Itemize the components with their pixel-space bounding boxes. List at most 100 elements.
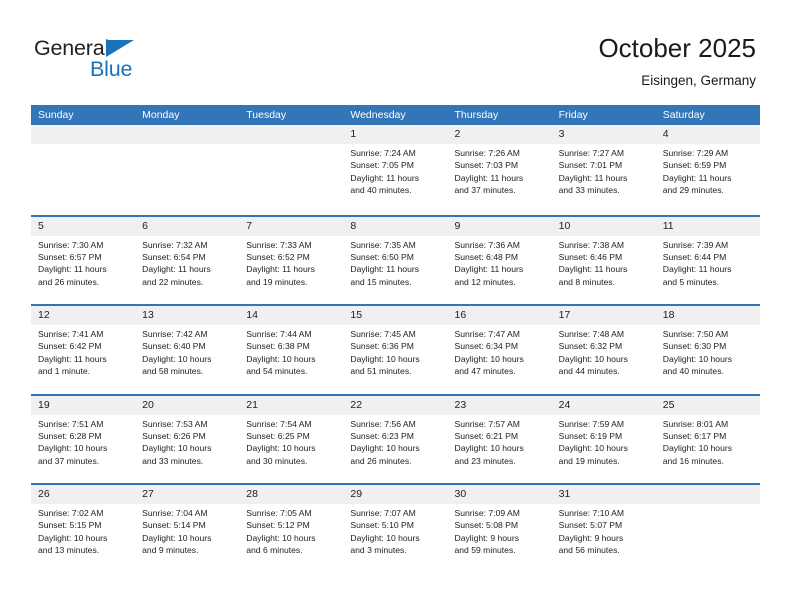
calendar-day-cell[interactable]: 22 Sunrise: 7:56 AM Sunset: 6:23 PM Dayligh… [343,395,448,483]
daylight-duration-line1: Daylight: 11 hours [142,264,211,275]
calendar-day-cell[interactable]: 6 Sunrise: 7:32 AM Sunset: 6:54 PM Daylight… [135,216,240,304]
daylight-duration-line2: and 19 minutes. [246,276,308,287]
daylight-duration-line1: Daylight: 10 hours [246,443,316,454]
location-subtitle: Eisingen, Germany [641,73,756,88]
calendar-day-cell[interactable]: 16 Sunrise: 7:47 AM Sunset: 6:34 PM Dayligh… [447,306,552,394]
daylight-duration-line2: and 12 minutes. [454,276,516,287]
sunrise-time: Sunrise: 7:32 AM [142,239,208,250]
sunset-time: Sunset: 6:54 PM [142,251,206,262]
calendar-day-cell[interactable]: 19 Sunrise: 7:51 AM Sunset: 6:28 PM Dayligh… [31,395,136,483]
daylight-duration-line2: and 51 minutes. [350,366,412,377]
calendar-day-cell[interactable]: 18 Sunrise: 7:50 AM Sunset: 6:30 PM Dayligh… [655,306,760,394]
day-sun-info: Sunrise: 7:57 AM Sunset: 6:21 PM Daylight:… [448,415,552,468]
day-sun-info: Sunrise: 7:56 AM Sunset: 6:23 PM Daylight:… [343,415,447,468]
daylight-duration-line1: Daylight: 10 hours [350,353,420,364]
sunrise-time: Sunrise: 7:07 AM [350,508,416,518]
day-sun-info: Sunrise: 7:53 AM Sunset: 6:26 PM Daylight:… [135,415,239,468]
daylight-duration-line2: and 37 minutes. [38,455,100,466]
day-number [239,125,344,144]
sunrise-time: Sunrise: 7:47 AM [454,329,520,339]
day-number: 31 [551,485,656,504]
daylight-duration-line2: and 1 minute. [38,366,91,377]
day-sun-info: Sunrise: 8:01 AM Sunset: 6:17 PM Daylight:… [656,415,760,468]
calendar-day-cell[interactable]: 8 Sunrise: 7:35 AM Sunset: 6:50 PM Daylight… [343,216,448,304]
calendar-day-cell[interactable]: 31 Sunrise: 7:10 AM Sunset: 5:07 PM Dayligh… [551,485,656,573]
day-number: 1 [343,125,448,144]
calendar-page: General Blue October 2025 Eisingen, Germ… [0,0,792,612]
day-number: 6 [135,216,240,236]
sunset-time: Sunset: 7:01 PM [558,160,623,171]
calendar-day-cell[interactable]: 27 Sunrise: 7:04 AM Sunset: 5:14 PM Dayligh… [135,485,240,573]
calendar-day-cell[interactable]: 21 Sunrise: 7:54 AM Sunset: 6:25 PM Dayligh… [239,395,344,483]
page-title: October 2025 [598,33,756,63]
general-blue-logo[interactable]: General Blue [34,36,214,88]
day-number: 26 [31,485,136,504]
calendar-day-cell[interactable]: 25 Sunrise: 8:01 AM Sunset: 6:17 PM Dayligh… [655,395,760,483]
calendar-day-cell[interactable]: 14 Sunrise: 7:44 AM Sunset: 6:38 PM Dayligh… [239,306,344,394]
daylight-duration-line2: and 22 minutes. [142,276,204,287]
calendar-day-cell[interactable]: 30 Sunrise: 7:09 AM Sunset: 5:08 PM Dayligh… [447,485,552,573]
day-number: 7 [239,216,344,236]
calendar-day-cell[interactable]: 20 Sunrise: 7:53 AM Sunset: 6:26 PM Dayligh… [135,395,240,483]
calendar-day-cell[interactable]: 24 Sunrise: 7:59 AM Sunset: 6:19 PM Dayligh… [551,395,656,483]
daylight-duration-line1: Daylight: 9 hours [454,532,520,543]
calendar-day-cell[interactable]: 26 Sunrise: 7:02 AM Sunset: 5:15 PM Dayligh… [31,485,136,573]
calendar-day-cell[interactable]: 15 Sunrise: 7:45 AM Sunset: 6:36 PM Dayligh… [343,306,448,394]
day-number: 27 [135,485,240,504]
sunset-time: Sunset: 6:42 PM [38,341,102,352]
day-sun-info: Sunrise: 7:41 AM Sunset: 6:42 PM Daylight:… [31,325,135,378]
calendar-day-cell[interactable]: 4 Sunrise: 7:29 AM Sunset: 6:59 PM Daylight… [655,125,760,215]
daylight-duration-line2: and 26 minutes. [38,276,100,287]
day-sun-info: Sunrise: 7:44 AM Sunset: 6:38 PM Daylight:… [239,325,343,378]
weekday-header-row: Sunday Monday Tuesday Wednesday Thursday… [31,105,760,125]
sunset-time: Sunset: 7:05 PM [350,160,414,171]
day-sun-info: Sunrise: 7:35 AM Sunset: 6:50 PM Daylight:… [343,236,447,289]
daylight-duration-line1: Daylight: 10 hours [662,353,733,364]
calendar-day-cell[interactable]: 5 Sunrise: 7:30 AM Sunset: 6:57 PM Daylight… [31,216,136,304]
calendar-day-cell[interactable]: 28 Sunrise: 7:05 AM Sunset: 5:12 PM Dayligh… [239,485,344,573]
daylight-duration-line2: and 23 minutes. [454,455,516,466]
daylight-duration-line1: Daylight: 11 hours [38,353,107,364]
daylight-duration-line1: Daylight: 10 hours [558,443,628,454]
calendar-day-cell[interactable]: 3 Sunrise: 7:27 AM Sunset: 7:01 PM Daylight… [551,125,656,215]
daylight-duration-line1: Daylight: 10 hours [142,353,212,364]
calendar-day-cell[interactable]: 1 Sunrise: 7:24 AM Sunset: 7:05 PM Daylight… [343,125,448,215]
sunrise-time: Sunrise: 7:29 AM [662,148,729,158]
calendar-day-cell-empty [31,125,136,215]
day-number [655,485,760,504]
calendar-day-cell[interactable]: 2 Sunrise: 7:26 AM Sunset: 7:03 PM Daylight… [447,125,552,215]
calendar-day-cell[interactable]: 17 Sunrise: 7:48 AM Sunset: 6:32 PM Dayligh… [551,306,656,394]
calendar-day-cell[interactable]: 29 Sunrise: 7:07 AM Sunset: 5:10 PM Dayligh… [343,485,448,573]
sunrise-time: Sunrise: 7:02 AM [38,508,104,518]
sunrise-time: Sunrise: 7:30 AM [38,239,104,250]
day-number [31,125,136,144]
sunset-time: Sunset: 6:17 PM [662,430,727,441]
daylight-duration-line2: and 13 minutes. [38,545,100,556]
calendar-day-cell[interactable]: 12 Sunrise: 7:41 AM Sunset: 6:42 PM Dayligh… [31,306,136,394]
daylight-duration-line1: Daylight: 9 hours [558,532,624,543]
calendar-day-cell[interactable]: 23 Sunrise: 7:57 AM Sunset: 6:21 PM Dayligh… [447,395,552,483]
daylight-duration-line2: and 30 minutes. [246,455,308,466]
calendar-day-cell[interactable]: 13 Sunrise: 7:42 AM Sunset: 6:40 PM Dayligh… [135,306,240,394]
day-sun-info: Sunrise: 7:10 AM Sunset: 5:07 PM Daylight:… [552,504,656,557]
daylight-duration-line2: and 54 minutes. [246,366,308,377]
daylight-duration-line1: Daylight: 10 hours [454,353,524,364]
calendar-day-cell[interactable]: 11 Sunrise: 7:39 AM Sunset: 6:44 PM Dayligh… [655,216,760,304]
day-sun-info: Sunrise: 7:45 AM Sunset: 6:36 PM Daylight:… [343,325,447,378]
day-sun-info: Sunrise: 7:07 AM Sunset: 5:10 PM Daylight:… [343,504,447,557]
daylight-duration-line2: and 59 minutes. [454,545,516,556]
day-number: 13 [135,306,240,325]
calendar-day-cell[interactable]: 9 Sunrise: 7:36 AM Sunset: 6:48 PM Daylight… [447,216,552,304]
sunrise-time: Sunrise: 7:51 AM [38,418,104,429]
calendar-day-cell[interactable]: 10 Sunrise: 7:38 AM Sunset: 6:46 PM Dayligh… [551,216,656,304]
sunset-time: Sunset: 6:25 PM [246,430,310,441]
day-number: 8 [343,216,448,236]
day-sun-info: Sunrise: 7:05 AM Sunset: 5:12 PM Daylight:… [239,504,343,557]
sunset-time: Sunset: 5:08 PM [454,520,519,531]
calendar-day-cell[interactable]: 7 Sunrise: 7:33 AM Sunset: 6:52 PM Daylight… [239,216,344,304]
sunrise-time: Sunrise: 7:33 AM [246,239,312,250]
day-number: 23 [447,395,552,415]
daylight-duration-line2: and 29 minutes. [662,185,724,196]
daylight-duration-line2: and 58 minutes. [142,366,204,377]
day-number: 15 [343,306,448,325]
